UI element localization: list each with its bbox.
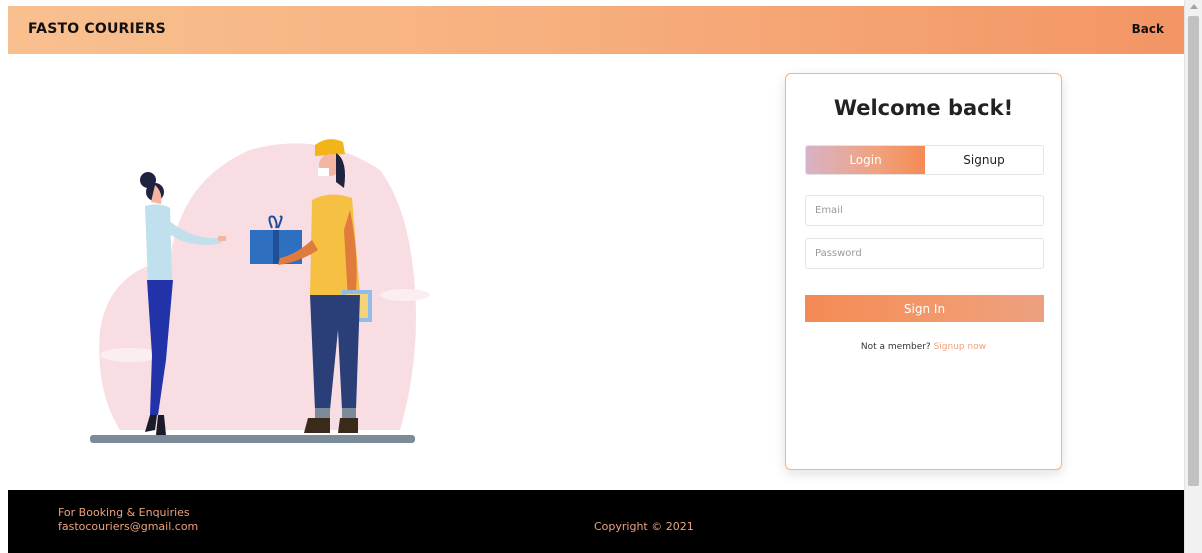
footer-booking-label: For Booking & Enquiries — [58, 506, 190, 519]
login-card: Welcome back! Login Signup Sign In Not a… — [785, 73, 1062, 470]
member-prompt: Not a member? Signup now — [786, 342, 1061, 352]
scrollbar[interactable] — [1184, 0, 1202, 553]
tab-login[interactable]: Login — [806, 146, 925, 174]
brand-logo[interactable]: FASTO COURIERS — [28, 21, 166, 37]
card-title: Welcome back! — [833, 96, 1014, 120]
footer-email[interactable]: fastocouriers@gmail.com — [58, 520, 198, 533]
courier-delivery-illustration — [90, 139, 430, 443]
sign-in-button[interactable]: Sign In — [805, 295, 1044, 322]
footer: For Booking & Enquiries fastocouriers@gm… — [8, 490, 1184, 553]
tab-signup[interactable]: Signup — [925, 146, 1043, 174]
footer-copyright: Copyright © 2021 — [594, 520, 694, 533]
password-field[interactable] — [805, 238, 1044, 269]
member-prompt-text: Not a member? — [860, 342, 931, 352]
scroll-up-arrow-icon[interactable] — [1190, 4, 1198, 9]
back-link[interactable]: Back — [1132, 22, 1164, 36]
signup-now-link[interactable]: Signup now — [934, 342, 986, 352]
auth-tabs: Login Signup — [805, 145, 1044, 175]
email-field[interactable] — [805, 195, 1044, 226]
scroll-thumb[interactable] — [1188, 16, 1199, 486]
page: FASTO COURIERS Back Welcome back! Login … — [0, 0, 1184, 553]
navbar: FASTO COURIERS Back — [8, 6, 1184, 54]
